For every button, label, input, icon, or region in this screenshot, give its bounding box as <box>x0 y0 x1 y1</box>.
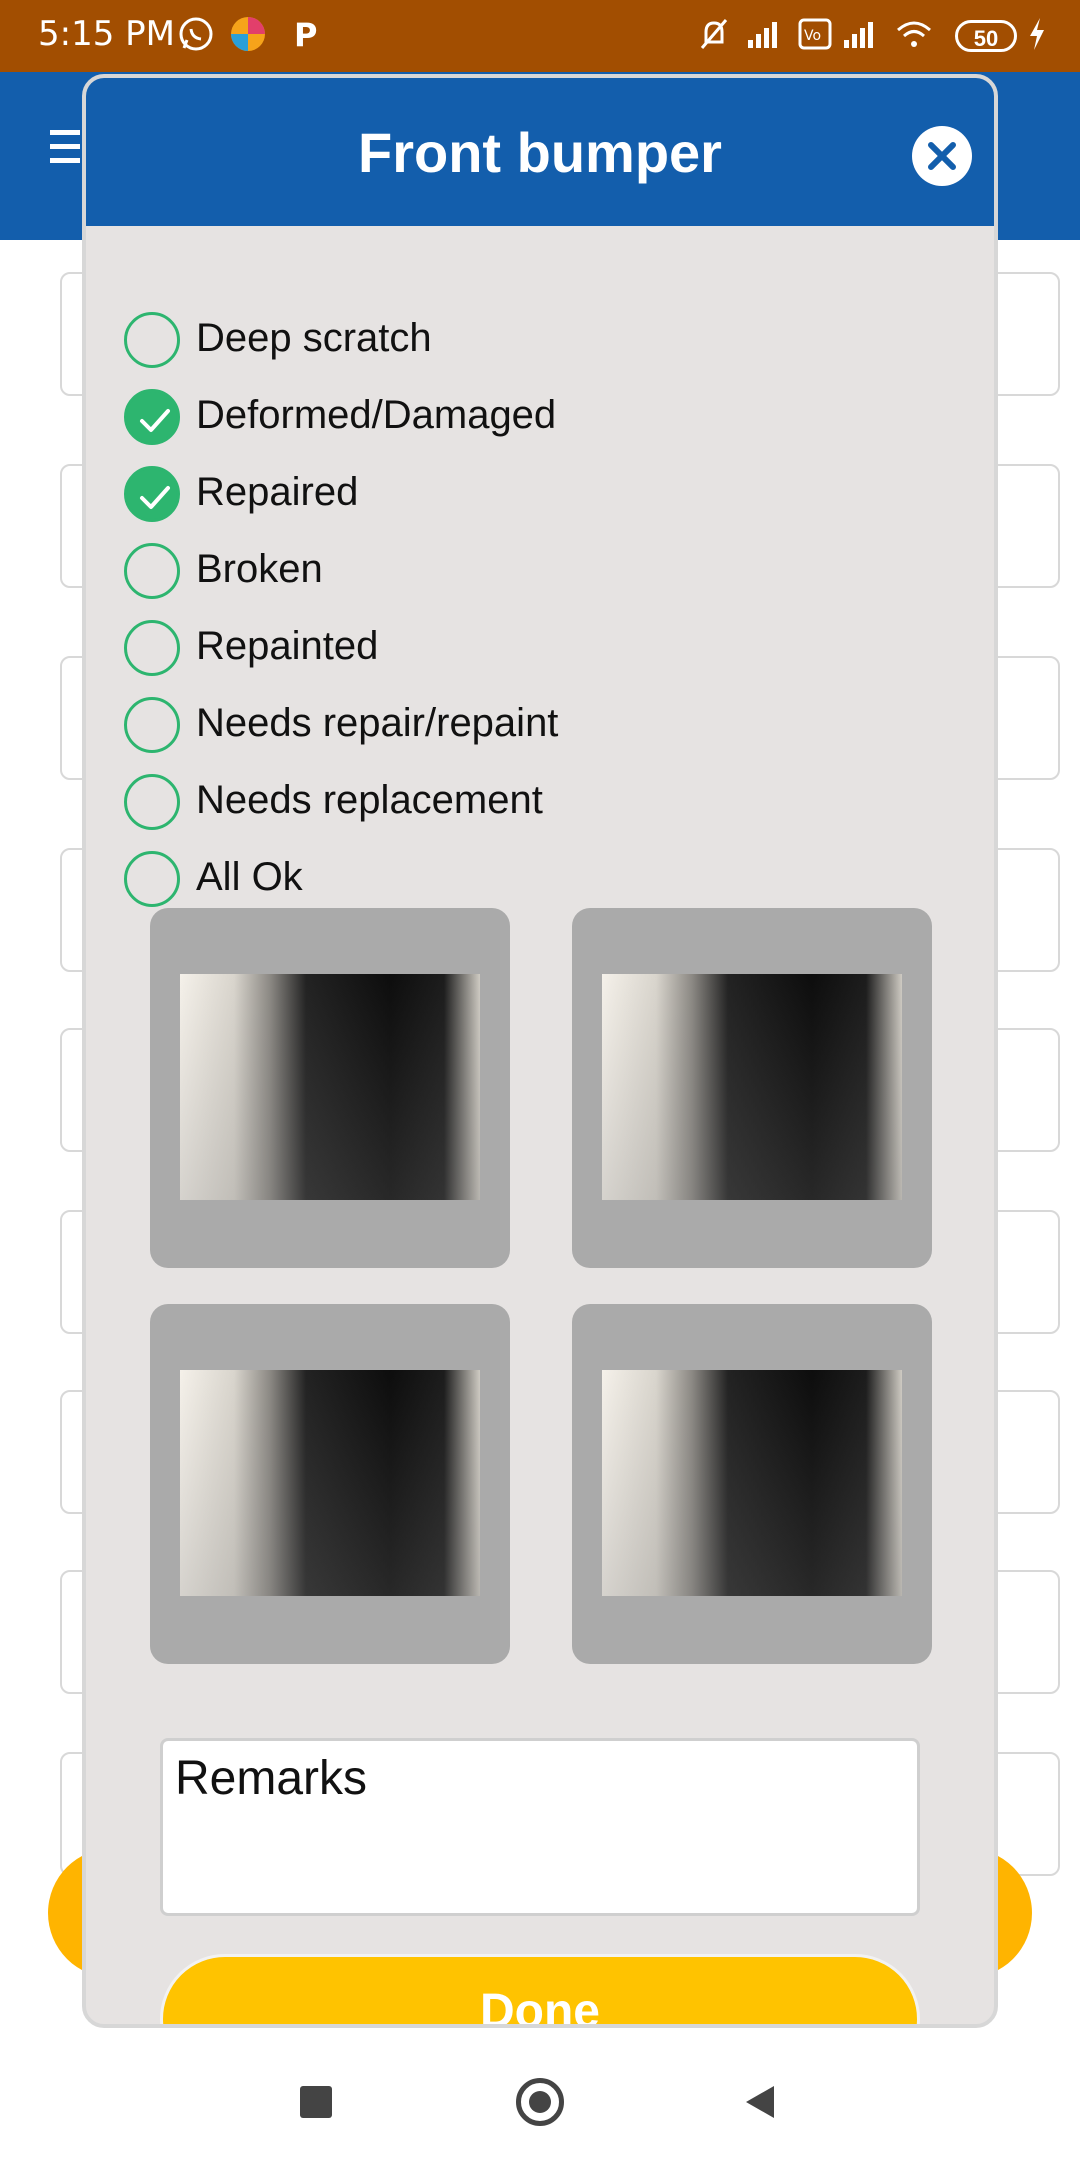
menu-icon[interactable] <box>50 130 80 166</box>
radio-unchecked-icon[interactable] <box>124 774 180 830</box>
option-label: Needs replacement <box>196 778 543 822</box>
photo-image <box>180 1370 480 1596</box>
option-needs-repair-repaint[interactable]: Needs repair/repaint <box>124 693 924 759</box>
option-label: Deep scratch <box>196 316 432 360</box>
svg-text:Vo: Vo <box>804 28 821 44</box>
option-label: Needs repair/repaint <box>196 701 559 745</box>
option-label: Deformed/Damaged <box>196 393 557 437</box>
option-needs-replacement[interactable]: Needs replacement <box>124 770 924 836</box>
close-icon <box>928 142 956 170</box>
damage-dialog: Front bumper Deep scratch Deformed/Damag… <box>82 74 998 2028</box>
option-deformed-damaged[interactable]: Deformed/Damaged <box>124 385 924 451</box>
option-repaired[interactable]: Repaired <box>124 462 924 528</box>
charging-icon <box>1030 18 1044 50</box>
navigation-bar <box>0 2028 1080 2160</box>
option-label: All Ok <box>196 855 303 899</box>
option-label: Repainted <box>196 624 379 668</box>
close-button[interactable] <box>912 126 972 186</box>
wifi-icon <box>897 21 931 47</box>
radio-unchecked-icon[interactable] <box>124 697 180 753</box>
svg-text:P: P <box>294 16 317 54</box>
radio-unchecked-icon[interactable] <box>124 543 180 599</box>
radio-unchecked-icon[interactable] <box>124 851 180 907</box>
signal-icon <box>748 22 777 48</box>
volte-icon: Vo <box>798 18 832 50</box>
photo-thumbnail-2[interactable] <box>572 908 932 1268</box>
done-button[interactable]: Done <box>160 1954 920 2024</box>
back-icon[interactable] <box>740 2082 780 2122</box>
radio-unchecked-icon[interactable] <box>124 620 180 676</box>
photo-thumbnail-1[interactable] <box>150 908 510 1268</box>
photo-image <box>602 974 902 1200</box>
status-time: 5:15 PM <box>38 14 175 54</box>
signal-2-icon <box>844 22 873 48</box>
option-broken[interactable]: Broken <box>124 539 924 605</box>
photo-thumbnail-3[interactable] <box>150 1304 510 1664</box>
photo-thumbnail-4[interactable] <box>572 1304 932 1664</box>
radio-unchecked-icon[interactable] <box>124 312 180 368</box>
home-icon[interactable] <box>516 2078 564 2126</box>
option-repainted[interactable]: Repainted <box>124 616 924 682</box>
checkmark-icon[interactable] <box>124 389 180 445</box>
option-label: Broken <box>196 547 323 591</box>
dialog-title: Front bumper <box>358 121 722 184</box>
paytm-p-icon: P <box>294 16 317 54</box>
whatsapp-icon <box>179 17 213 51</box>
option-deep-scratch[interactable]: Deep scratch <box>124 308 924 374</box>
notifications-muted-icon <box>700 19 728 49</box>
option-all-ok[interactable]: All Ok <box>124 847 924 913</box>
recents-icon[interactable] <box>300 2086 332 2118</box>
option-label: Repaired <box>196 470 359 514</box>
app-notification-icon <box>231 17 265 51</box>
photo-image <box>602 1370 902 1596</box>
dialog-header: Front bumper <box>86 78 994 226</box>
status-bar: 5:15 PM P Vo 50 <box>0 0 1080 72</box>
photo-image <box>180 974 480 1200</box>
remarks-input[interactable]: Remarks <box>160 1738 920 1916</box>
checkmark-icon[interactable] <box>124 466 180 522</box>
battery-icon: 50 <box>955 20 1017 52</box>
